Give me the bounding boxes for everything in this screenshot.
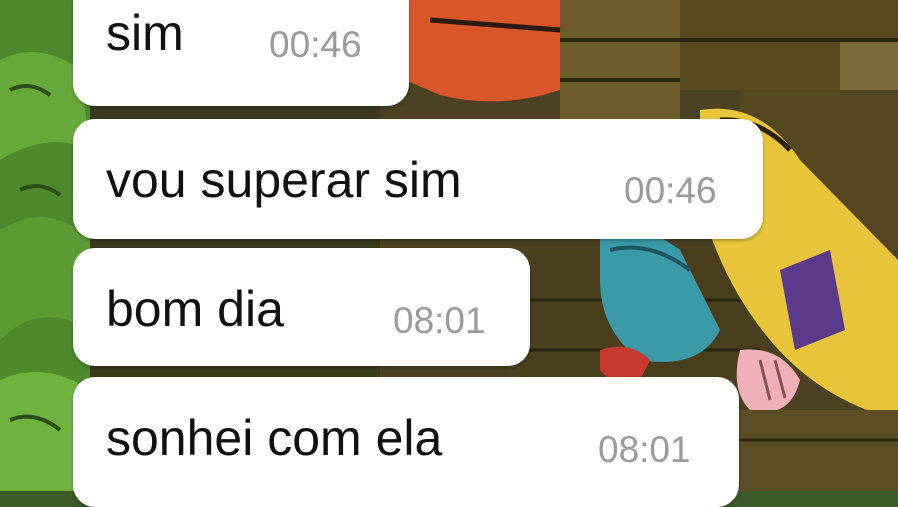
message-timestamp: 00:46 [269,24,362,65]
message-text: sonhei com ela [106,410,443,466]
message-bubble[interactable]: sonhei com ela 08:01 [73,377,739,507]
message-bubble[interactable]: bom dia 08:01 [73,248,530,366]
message-timestamp: 08:01 [393,300,486,341]
message-bubble[interactable]: sim 00:46 [73,0,409,106]
message-bubble[interactable]: vou superar sim 00:46 [73,119,763,239]
message-text: bom dia [106,281,284,337]
message-text: vou superar sim [106,152,462,208]
message-timestamp: 08:01 [598,429,691,470]
message-text: sim [106,5,184,61]
message-timestamp: 00:46 [624,170,717,211]
